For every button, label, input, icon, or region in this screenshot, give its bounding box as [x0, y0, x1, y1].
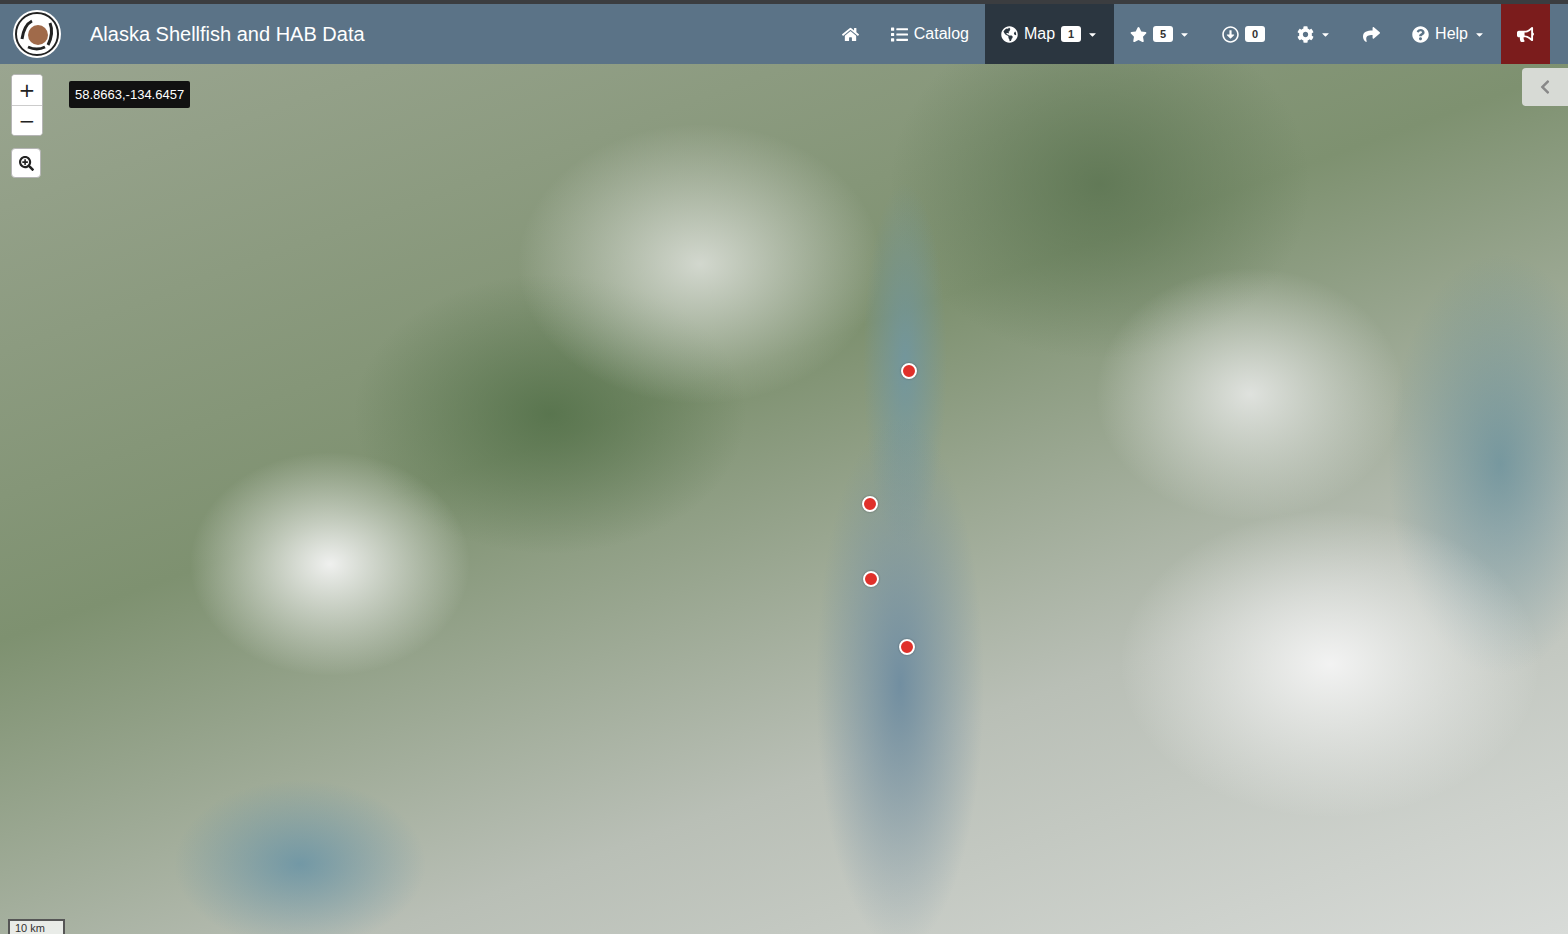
zoom-in-button[interactable]: +: [12, 75, 42, 105]
favorites-menu[interactable]: 5: [1114, 4, 1206, 64]
globe-icon: [1001, 26, 1018, 43]
home-link[interactable]: [826, 4, 875, 64]
map-marker[interactable]: [901, 363, 917, 379]
app: Alaska Shellfish and HAB Data Catalog Map 1…: [0, 0, 1568, 934]
list-icon: [891, 26, 908, 43]
zoom-control: +−: [11, 74, 43, 136]
map-marker[interactable]: [863, 571, 879, 587]
announcements-button[interactable]: [1501, 4, 1550, 64]
nav-label: Help: [1435, 25, 1468, 43]
scale-bar: 10 km: [8, 919, 65, 934]
coordinates-tooltip: 58.8663,-134.6457: [69, 81, 190, 108]
star-icon: [1130, 26, 1147, 43]
nav-label: Catalog: [914, 25, 969, 43]
nav-menu: Catalog Map 1 5 0 Help: [826, 4, 1568, 64]
catalog-link[interactable]: Catalog: [875, 4, 985, 64]
share-link[interactable]: [1347, 4, 1396, 64]
download-icon: [1222, 26, 1239, 43]
nav-label: Map: [1024, 25, 1055, 43]
home-icon: [842, 26, 859, 43]
zoom-out-button[interactable]: −: [12, 105, 42, 135]
nav-badge: 1: [1061, 26, 1081, 42]
zoom-box-icon: [19, 156, 34, 171]
map[interactable]: +−58.8663,-134.645710 km: [0, 64, 1568, 934]
caret-down-icon: [1320, 29, 1331, 40]
bullhorn-icon: [1517, 26, 1534, 43]
app-title[interactable]: Alaska Shellfish and HAB Data: [90, 23, 365, 46]
sidebar-toggle[interactable]: [1522, 68, 1568, 106]
settings-menu[interactable]: [1281, 4, 1347, 64]
map-menu[interactable]: Map 1: [985, 4, 1114, 64]
map-marker[interactable]: [899, 639, 915, 655]
box-zoom-button[interactable]: [11, 148, 41, 178]
map-marker[interactable]: [862, 496, 878, 512]
share-icon: [1363, 26, 1380, 43]
caret-down-icon: [1179, 29, 1190, 40]
caret-down-icon: [1474, 29, 1485, 40]
gear-icon: [1297, 26, 1314, 43]
app-logo[interactable]: [12, 9, 62, 59]
caret-down-icon: [1087, 29, 1098, 40]
nav-badge: 5: [1153, 26, 1173, 42]
help-menu[interactable]: Help: [1396, 4, 1501, 64]
downloads-link[interactable]: 0: [1206, 4, 1281, 64]
nav-badge: 0: [1245, 26, 1265, 42]
brand: Alaska Shellfish and HAB Data: [12, 4, 365, 64]
chevron-left-icon: [1537, 79, 1553, 95]
navbar: Alaska Shellfish and HAB Data Catalog Map 1…: [0, 0, 1568, 64]
help-icon: [1412, 26, 1429, 43]
